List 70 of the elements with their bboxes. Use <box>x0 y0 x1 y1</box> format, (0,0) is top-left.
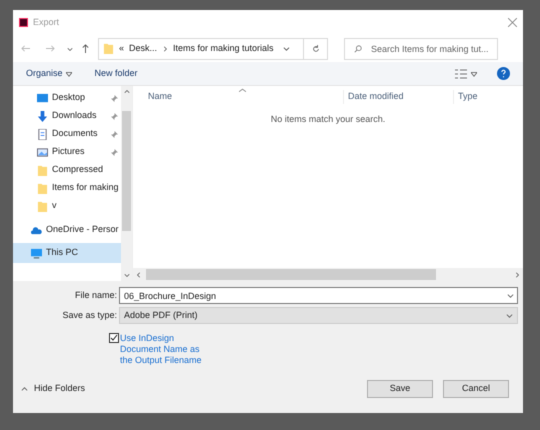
help-icon[interactable] <box>497 67 510 80</box>
organise-menu-button[interactable]: Organise <box>26 66 72 80</box>
picture-icon <box>37 146 48 158</box>
address-bar[interactable]: « Desk... Items for making tutorials <box>98 38 328 60</box>
folder-icon <box>37 182 48 194</box>
caret-icon <box>507 292 514 299</box>
forward-arrow-icon[interactable] <box>46 44 55 53</box>
column-header[interactable]: Name <box>133 90 343 104</box>
chevron-right-icon <box>162 46 168 52</box>
close-icon[interactable] <box>508 18 517 27</box>
folder-icon <box>37 200 48 212</box>
folder-icon <box>37 164 48 176</box>
cancel-button[interactable]: Cancel <box>443 380 509 398</box>
window-title: Export <box>33 16 60 29</box>
file-name-label: File name: <box>74 288 118 302</box>
nav-item[interactable]: Desktop <box>13 89 122 107</box>
sort-caret-icon <box>239 88 246 92</box>
nav-item[interactable]: Documents <box>13 125 122 143</box>
scroll-up-icon <box>124 89 130 95</box>
computer-icon <box>31 248 42 258</box>
breadcrumb-overflow[interactable]: « <box>119 42 124 56</box>
view-list-icon[interactable] <box>455 68 467 78</box>
hide-folders-button[interactable]: Hide Folders <box>21 382 86 396</box>
nav-item[interactable]: Compressed <box>13 161 122 179</box>
column-header[interactable]: Date modified <box>343 90 453 104</box>
refresh-icon <box>312 44 320 52</box>
chevron-up-icon <box>21 386 28 392</box>
recent-caret-icon <box>67 46 73 52</box>
pin-icon <box>111 130 118 138</box>
pin-icon <box>111 94 118 102</box>
cloud-icon <box>31 224 42 236</box>
search-field[interactable]: Search Items for making tut... <box>344 38 498 60</box>
pin-icon <box>111 148 118 156</box>
save-type-dropdown[interactable]: Adobe PDF (Print) <box>119 307 518 324</box>
caret-icon <box>506 312 513 319</box>
nav-item[interactable]: Pictures <box>13 143 122 161</box>
app-logo-icon <box>19 18 28 27</box>
breadcrumb[interactable]: Items for making tutorials <box>172 42 274 56</box>
view-caret-icon <box>471 70 477 76</box>
horizontal-scrollbar[interactable] <box>133 268 523 281</box>
empty-message: No items match your search. <box>270 113 386 126</box>
nav-item[interactable]: v <box>13 197 122 215</box>
dropdown-caret-icon <box>283 45 290 52</box>
search-icon <box>354 44 362 52</box>
nav-item[interactable]: Downloads <box>13 107 122 125</box>
pin-icon <box>111 112 118 120</box>
nav-item[interactable]: Items for making <box>13 179 122 197</box>
checkbox[interactable] <box>109 333 119 343</box>
breadcrumb[interactable]: Desk... <box>129 42 158 56</box>
new-folder-button[interactable]: New folder <box>94 66 138 80</box>
scroll-left-icon <box>136 272 142 278</box>
checkbox-label[interactable]: Use InDesign Document Name as the Output Filename <box>120 333 210 366</box>
scroll-thumb[interactable] <box>146 269 436 280</box>
back-arrow-icon[interactable] <box>21 44 30 53</box>
column-header[interactable]: Type <box>453 90 478 104</box>
save-type-label: Save as type: <box>61 308 118 322</box>
nav-item[interactable]: This PC <box>13 243 122 263</box>
nav-item[interactable]: OneDrive - Persor <box>13 221 122 239</box>
scroll-thumb[interactable] <box>122 111 132 231</box>
document-icon <box>37 128 48 140</box>
vertical-scrollbar[interactable] <box>121 86 132 281</box>
folder-icon <box>103 43 114 54</box>
desktop-icon <box>37 92 48 104</box>
file-name-field[interactable]: 06_Brochure_InDesign <box>119 287 518 304</box>
caret-icon <box>66 70 72 76</box>
download-arrow-icon <box>37 110 48 122</box>
scroll-right-icon <box>514 272 520 278</box>
save-button[interactable]: Save <box>367 380 433 398</box>
scroll-down-icon <box>124 272 130 278</box>
up-arrow-icon[interactable] <box>81 44 90 53</box>
